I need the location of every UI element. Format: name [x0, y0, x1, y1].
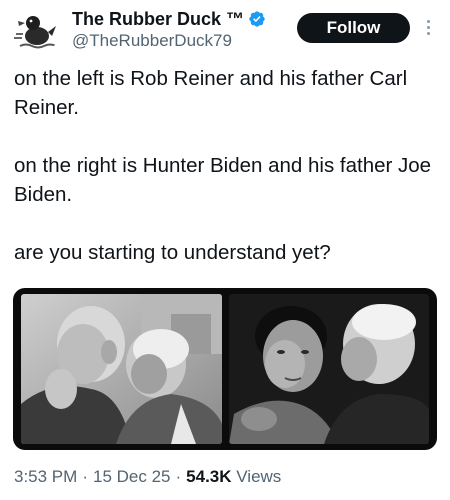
tweet-paragraph: are you starting to understand yet?: [14, 241, 331, 264]
views-count[interactable]: 54.3K: [186, 467, 231, 486]
more-vertical-icon[interactable]: [421, 14, 435, 40]
tweet-meta: 3:53 PM · 15 Dec 25 · 54.3K Views: [14, 467, 281, 487]
tweet-header: The Rubber Duck ™ @TheRubberDuck79 Follo…: [0, 0, 450, 60]
photo-right-image: [229, 294, 429, 444]
rubber-duck-avatar-icon[interactable]: [12, 6, 60, 54]
photo-left-image: [21, 294, 222, 444]
tweet-paragraph: on the right is Hunter Biden and his fat…: [14, 154, 432, 206]
follow-button[interactable]: Follow: [297, 13, 410, 43]
user-handle[interactable]: @TheRubberDuck79: [72, 31, 232, 51]
tweet-paragraph: on the left is Rob Reiner and his father…: [14, 67, 408, 119]
views-label: Views: [236, 467, 282, 486]
verified-badge-icon: [249, 11, 265, 27]
separator: ·: [175, 467, 182, 486]
tweet-text: on the left is Rob Reiner and his father…: [14, 64, 434, 267]
tweet-date[interactable]: 15 Dec 25: [93, 467, 171, 486]
separator: ·: [82, 467, 88, 486]
display-name-row[interactable]: The Rubber Duck ™: [72, 8, 266, 30]
photo-right[interactable]: [229, 294, 429, 444]
tweet-time[interactable]: 3:53 PM: [14, 467, 77, 486]
display-name[interactable]: The Rubber Duck ™: [72, 9, 244, 30]
photo-left[interactable]: [21, 294, 222, 444]
media-container[interactable]: [13, 288, 437, 450]
